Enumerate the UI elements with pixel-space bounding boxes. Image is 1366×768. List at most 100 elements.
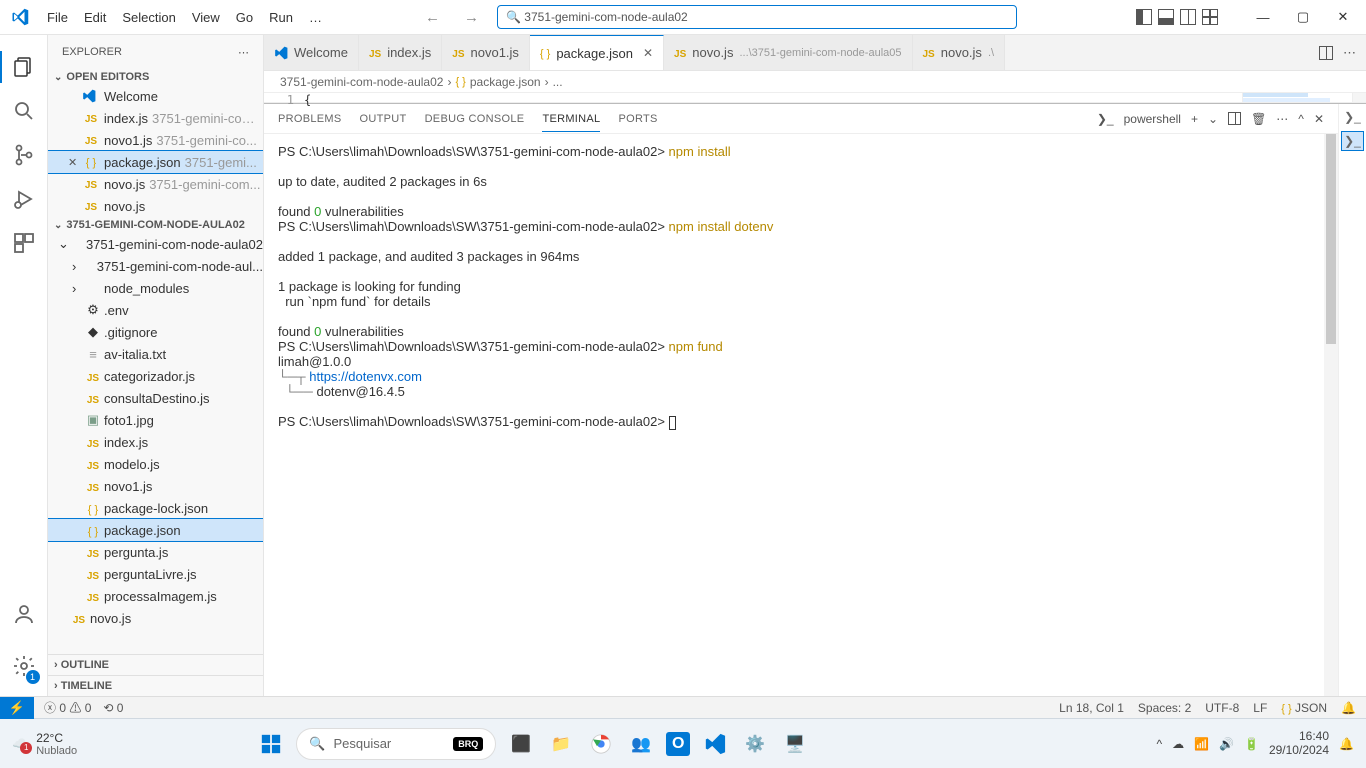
close-panel-icon[interactable]: ✕	[1314, 112, 1324, 126]
folder-root-header[interactable]: ⌄ 3751-GEMINI-COM-NODE-AULA02	[48, 217, 263, 233]
editor-scrollbar[interactable]	[1352, 93, 1366, 102]
minimap[interactable]	[1242, 93, 1352, 103]
nav-back-icon[interactable]: ←	[419, 7, 446, 28]
settings-taskbar-icon[interactable]: ⚙️	[740, 729, 770, 759]
tree-file[interactable]: ⚙.env	[48, 299, 263, 321]
window-maximize-button[interactable]: ▢	[1288, 5, 1318, 29]
timeline-header[interactable]: › TIMELINE	[48, 675, 263, 696]
terminal-shell-icon[interactable]: ❯_	[1097, 112, 1114, 126]
battery-icon[interactable]: 🔋	[1244, 737, 1259, 751]
vscode-taskbar-icon[interactable]	[700, 729, 730, 759]
editor-tab[interactable]: JSnovo1.js	[442, 35, 530, 70]
maximize-panel-icon[interactable]: ^	[1298, 112, 1304, 126]
activity-run-debug[interactable]	[0, 177, 48, 221]
tree-folder[interactable]: ⌄3751-gemini-com-node-aula02	[48, 233, 263, 255]
window-close-button[interactable]: ✕	[1328, 5, 1358, 29]
status-ports[interactable]: ⟲ 0	[103, 701, 123, 715]
tree-folder[interactable]: ›node_modules	[48, 277, 263, 299]
start-button[interactable]	[256, 729, 286, 759]
menu-selection[interactable]: Selection	[115, 6, 182, 29]
editor-tab[interactable]: JSindex.js	[359, 35, 442, 70]
menu-run[interactable]: Run	[262, 6, 300, 29]
editor-body[interactable]: 1 {	[264, 93, 1366, 103]
remote-indicator[interactable]: ⚡	[0, 697, 34, 719]
tree-file[interactable]: JSprocessaImagem.js	[48, 585, 263, 607]
activity-source-control[interactable]	[0, 133, 48, 177]
status-eol[interactable]: LF	[1253, 701, 1267, 715]
tree-file[interactable]: JSconsultaDestino.js	[48, 387, 263, 409]
status-encoding[interactable]: UTF-8	[1205, 701, 1239, 715]
editor-tab[interactable]: JSnovo.js.\	[913, 35, 1006, 70]
tree-file[interactable]: JSperguntaLivre.js	[48, 563, 263, 585]
breadcrumb[interactable]: 3751-gemini-com-node-aula02 › { } packag…	[264, 71, 1366, 93]
panel-tab-debug[interactable]: DEBUG CONSOLE	[425, 107, 525, 131]
menu-more[interactable]: …	[302, 6, 329, 29]
tree-file[interactable]: JSindex.js	[48, 431, 263, 453]
editor-tab[interactable]: { }package.json✕	[530, 35, 664, 71]
taskbar-weather[interactable]: ☁️1 22°C Nublado	[0, 731, 89, 757]
outlook-icon[interactable]: O	[666, 732, 690, 756]
terminal-body[interactable]: PS C:\Users\limah\Downloads\SW\3751-gemi…	[264, 134, 1338, 696]
terminal-dropdown-icon[interactable]: ⌄	[1208, 112, 1218, 126]
activity-explorer[interactable]	[0, 45, 48, 89]
customize-layout-icon[interactable]	[1202, 9, 1218, 25]
menu-edit[interactable]: Edit	[77, 6, 113, 29]
open-editor-item[interactable]: ✕JSnovo.js	[48, 195, 263, 217]
panel-more-icon[interactable]: ⋯	[1276, 112, 1288, 126]
open-editor-item[interactable]: ✕JSnovo1.js3751-gemini-co...	[48, 129, 263, 151]
status-language[interactable]: { } JSON	[1281, 701, 1327, 715]
outline-header[interactable]: › OUTLINE	[48, 654, 263, 675]
editor-tab[interactable]: Welcome	[264, 35, 359, 70]
command-center-search[interactable]: 🔍 3751-gemini-com-node-aula02	[497, 5, 1017, 29]
terminal-scrollbar[interactable]	[1324, 134, 1338, 696]
chrome-icon[interactable]	[586, 729, 616, 759]
tray-clock[interactable]: 16:40 29/10/2024	[1269, 730, 1329, 756]
onedrive-icon[interactable]: ☁	[1172, 737, 1184, 751]
tree-file[interactable]: JSnovo.js	[48, 607, 263, 629]
tree-folder[interactable]: ›3751-gemini-com-node-aul...	[48, 255, 263, 277]
close-icon[interactable]: ✕	[68, 156, 82, 169]
breadcrumb-more[interactable]: ...	[553, 75, 563, 89]
file-explorer-icon[interactable]: 📁	[546, 729, 576, 759]
tree-file[interactable]: ▣foto1.jpg	[48, 409, 263, 431]
toggle-secondary-sidebar-icon[interactable]	[1180, 9, 1196, 25]
terminal-instance-active-icon[interactable]: ❯_	[1342, 132, 1363, 150]
tree-file[interactable]: { }package-lock.json	[48, 497, 263, 519]
breadcrumb-file[interactable]: package.json	[470, 75, 541, 89]
open-editor-item[interactable]: ✕{ }package.json3751-gemi...	[48, 151, 263, 173]
split-terminal-icon[interactable]	[1228, 112, 1241, 125]
task-view-icon[interactable]: ⬛	[506, 729, 536, 759]
panel-tab-problems[interactable]: PROBLEMS	[278, 107, 342, 131]
panel-tab-output[interactable]: OUTPUT	[360, 107, 407, 131]
tree-file[interactable]: ◆.gitignore	[48, 321, 263, 343]
teams-icon[interactable]: 👥	[626, 729, 656, 759]
terminal-instance-icon[interactable]: ❯_	[1344, 110, 1361, 124]
open-editor-item[interactable]: ✕JSindex.js3751-gemini-com...	[48, 107, 263, 129]
open-editors-header[interactable]: ⌄ OPEN EDITORS	[48, 69, 263, 85]
kill-terminal-icon[interactable]: 🗑	[1251, 112, 1266, 126]
tree-file[interactable]: JSnovo1.js	[48, 475, 263, 497]
activity-search[interactable]	[0, 89, 48, 133]
more-actions-icon[interactable]: ⋯	[1343, 45, 1356, 61]
tree-file[interactable]: JScategorizador.js	[48, 365, 263, 387]
new-terminal-icon[interactable]: +	[1191, 112, 1198, 126]
panel-tab-ports[interactable]: PORTS	[618, 107, 657, 131]
tray-overflow-icon[interactable]: ^	[1156, 737, 1162, 751]
notifications-icon[interactable]: 🔔	[1339, 737, 1354, 751]
volume-icon[interactable]: 🔊	[1219, 737, 1234, 751]
status-cursor[interactable]: Ln 18, Col 1	[1059, 701, 1124, 715]
tree-file[interactable]: ≡av-italia.txt	[48, 343, 263, 365]
taskbar-search[interactable]: 🔍Pesquisar BRQ	[296, 728, 496, 760]
panel-tab-terminal[interactable]: TERMINAL	[542, 107, 600, 132]
menu-view[interactable]: View	[185, 6, 227, 29]
menu-file[interactable]: File	[40, 6, 75, 29]
open-editor-item[interactable]: ✕Welcome	[48, 85, 263, 107]
window-minimize-button[interactable]: —	[1248, 5, 1278, 29]
close-icon[interactable]: ✕	[643, 46, 653, 60]
nav-forward-icon[interactable]: →	[458, 7, 485, 28]
toggle-primary-sidebar-icon[interactable]	[1136, 9, 1152, 25]
status-spaces[interactable]: Spaces: 2	[1138, 701, 1191, 715]
editor-tab[interactable]: JSnovo.js...\3751-gemini-com-node-aula05	[664, 35, 912, 70]
status-notifications-icon[interactable]: 🔔	[1341, 701, 1356, 715]
menu-go[interactable]: Go	[229, 6, 260, 29]
